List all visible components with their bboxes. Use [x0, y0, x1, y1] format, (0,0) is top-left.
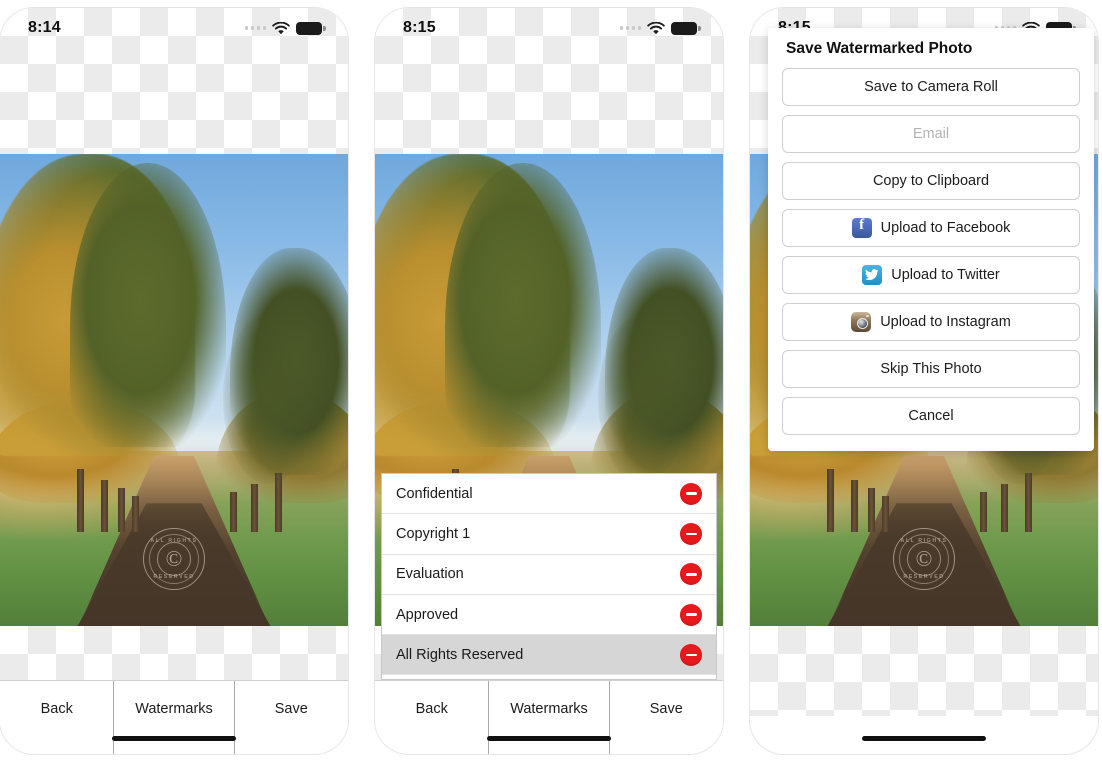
action-sheet-title: Save Watermarked Photo — [786, 40, 973, 57]
status-indicators — [619, 21, 701, 35]
home-indicator — [487, 736, 611, 741]
status-indicators — [244, 21, 326, 35]
phone-1-screen: 8:14 ALL RIGHTS © RESERVED Back Watermar… — [0, 8, 348, 754]
phone-2-frame: 8:15 Confidential Copyright 1 Evaluation… — [375, 8, 723, 754]
transparency-checkerboard-bottom — [750, 626, 1098, 716]
list-item-selected[interactable]: All Rights Reserved — [382, 635, 716, 676]
skip-this-photo-button[interactable]: Skip This Photo — [782, 350, 1080, 388]
watermark-list[interactable]: Confidential Copyright 1 Evaluation Appr… — [381, 473, 717, 680]
status-bar: 8:15 — [375, 8, 723, 44]
status-bar: 8:14 — [0, 8, 348, 44]
minus-circle-icon[interactable] — [680, 603, 702, 626]
bottom-toolbar: Back Watermarks Save — [375, 680, 723, 754]
upload-to-instagram-button[interactable]: Upload to Instagram — [782, 303, 1080, 341]
minus-circle-icon[interactable] — [680, 563, 702, 586]
button-label: Email — [912, 126, 950, 142]
phone-3-frame: ALL RIGHTS © RESERVED 8:15 Save Watermar… — [750, 8, 1098, 754]
photo-tree-right-small — [597, 314, 689, 485]
phone-1-frame: 8:14 ALL RIGHTS © RESERVED Back Watermar… — [0, 8, 348, 754]
watermark-stamp-bottom-text: RESERVED — [153, 574, 195, 580]
wifi-icon — [647, 21, 665, 35]
button-label: Skip This Photo — [880, 361, 982, 377]
signal-dots-icon — [619, 26, 641, 30]
watermark-stamp-top-text: ALL RIGHTS — [900, 538, 948, 544]
status-clock: 8:15 — [403, 19, 436, 36]
button-label: Copy to Clipboard — [872, 173, 990, 189]
bottom-toolbar: Back Watermarks Save — [0, 680, 348, 754]
copyright-symbol-icon: © — [915, 546, 933, 571]
status-clock: 8:14 — [28, 19, 61, 36]
watermark-label: Copyright 1 — [396, 525, 471, 542]
save-button[interactable]: Save — [610, 681, 723, 754]
signal-dots-icon — [244, 26, 266, 30]
copyright-symbol-icon: © — [165, 546, 183, 571]
twitter-icon — [862, 265, 883, 285]
watermark-label: All Rights Reserved — [396, 646, 524, 663]
phone-2-screen: 8:15 Confidential Copyright 1 Evaluation… — [375, 8, 723, 754]
watermark-label: Confidential — [396, 485, 473, 502]
battery-icon — [296, 21, 326, 35]
save-button[interactable]: Save — [235, 681, 348, 754]
email-button[interactable]: Email — [782, 115, 1080, 153]
button-label: Upload to Instagram — [880, 314, 1011, 330]
watermarks-button[interactable]: Watermarks — [488, 681, 610, 754]
button-label: Upload to Twitter — [891, 267, 1000, 283]
list-item[interactable]: Copyright 1 — [382, 514, 716, 555]
watermark-label: Approved — [396, 606, 459, 623]
watermark-stamp[interactable]: ALL RIGHTS © RESERVED — [893, 528, 955, 590]
photo-tree-right-small — [222, 314, 314, 485]
facebook-icon — [851, 217, 872, 238]
list-item[interactable]: Evaluation — [382, 554, 716, 595]
back-button[interactable]: Back — [0, 681, 113, 754]
upload-to-facebook-button[interactable]: Upload to Facebook — [782, 209, 1080, 247]
watermark-stamp-bottom-text: RESERVED — [903, 574, 945, 580]
battery-icon — [671, 21, 701, 35]
upload-to-twitter-button[interactable]: Upload to Twitter — [782, 256, 1080, 294]
watermarks-button[interactable]: Watermarks — [113, 681, 235, 754]
save-to-camera-roll-button[interactable]: Save to Camera Roll — [782, 68, 1080, 106]
watermark-label: Evaluation — [396, 566, 464, 583]
photo-canvas[interactable]: ALL RIGHTS © RESERVED — [0, 154, 348, 626]
wifi-icon — [272, 21, 290, 35]
minus-circle-icon[interactable] — [680, 643, 702, 666]
list-item[interactable]: Confidential — [382, 474, 716, 515]
minus-circle-icon[interactable] — [680, 482, 702, 505]
save-action-sheet: Save Watermarked Photo Save to Camera Ro… — [768, 28, 1094, 451]
button-label: Cancel — [908, 408, 954, 424]
cancel-button[interactable]: Cancel — [782, 397, 1080, 435]
home-indicator — [112, 736, 236, 741]
instagram-icon — [851, 312, 872, 332]
minus-circle-icon[interactable] — [680, 522, 702, 545]
phone-3-screen: ALL RIGHTS © RESERVED 8:15 Save Watermar… — [750, 8, 1098, 754]
home-indicator — [862, 736, 986, 741]
back-button[interactable]: Back — [375, 681, 488, 754]
button-label: Upload to Facebook — [880, 220, 1011, 236]
list-item[interactable]: Approved — [382, 594, 716, 636]
watermark-stamp-top-text: ALL RIGHTS — [150, 538, 198, 544]
screenshot-stage: 8:14 ALL RIGHTS © RESERVED Back Watermar… — [0, 0, 1102, 762]
watermark-stamp[interactable]: ALL RIGHTS © RESERVED — [143, 528, 205, 590]
copy-to-clipboard-button[interactable]: Copy to Clipboard — [782, 162, 1080, 200]
button-label: Save to Camera Roll — [864, 79, 998, 95]
